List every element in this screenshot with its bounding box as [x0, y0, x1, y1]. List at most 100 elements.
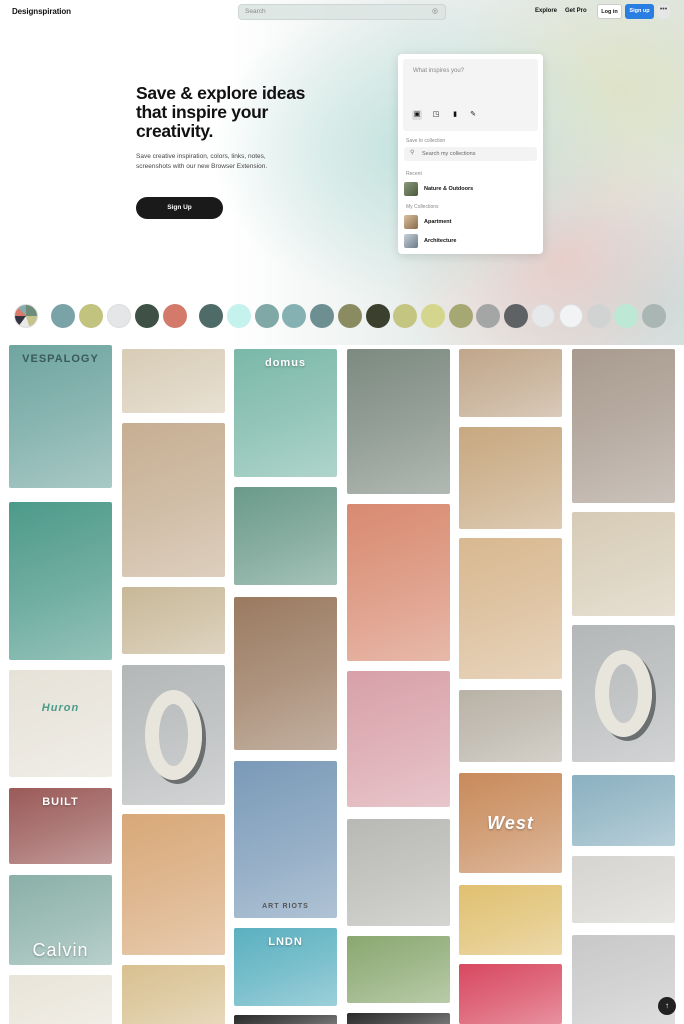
grid-image-white-interior[interactable]	[572, 856, 675, 923]
palette-icon[interactable]	[14, 304, 38, 328]
grid-image-fashion-model[interactable]	[347, 819, 450, 926]
grid-image-art-riots[interactable]: ART RIOTS	[234, 761, 337, 918]
grid-image-huron-tshirt[interactable]: Huron	[9, 670, 112, 777]
color-swatch[interactable]	[51, 304, 75, 328]
search-bar[interactable]: Search ◎	[238, 4, 446, 20]
collection-label: Nature & Outdoors	[424, 186, 474, 192]
collection-item-apartment[interactable]: Apartment	[404, 215, 539, 229]
search-icon: ⚲	[410, 150, 415, 156]
color-swatch[interactable]	[255, 304, 279, 328]
letter-o-shape	[144, 690, 203, 780]
grid-image-skull-art[interactable]	[122, 965, 225, 1024]
color-swatch[interactable]	[393, 304, 417, 328]
letter-o-shape	[594, 649, 653, 738]
collection-thumbnail	[404, 215, 418, 229]
inspiration-input[interactable]: What inspires you?	[403, 59, 538, 131]
grid-image-dark-poster[interactable]	[347, 1013, 450, 1024]
color-swatch[interactable]	[642, 304, 666, 328]
color-swatch[interactable]	[199, 304, 223, 328]
grid-image-text: Calvin	[32, 940, 89, 960]
collection-thumbnail	[404, 234, 418, 248]
color-swatch[interactable]	[107, 304, 131, 328]
grid-image-domus-magazine[interactable]: domus	[234, 349, 337, 477]
collection-label: Apartment	[424, 219, 452, 225]
search-input[interactable]: Search	[245, 8, 266, 15]
color-swatch[interactable]	[504, 304, 528, 328]
color-swatch[interactable]	[366, 304, 390, 328]
grid-image-letter-o-3d-2[interactable]	[572, 625, 675, 762]
grid-image-desk-top-view[interactable]	[122, 349, 225, 413]
color-swatch[interactable]	[310, 304, 334, 328]
extension-preview-panel: What inspires you? ▣ ◳ ▮ ✎ Save to colle…	[398, 54, 543, 254]
collection-search-input[interactable]: ⚲ Search my collections	[404, 147, 537, 161]
grid-image-built-poster[interactable]: BUILT	[9, 788, 112, 864]
image-tool-icon[interactable]: ▣	[412, 110, 422, 120]
top-bar: Designspiration Search ◎ Explore Get Pro…	[0, 0, 684, 24]
grid-image-european-street[interactable]	[234, 597, 337, 750]
pen-tool-icon[interactable]: ✎	[468, 110, 478, 120]
grid-image-man-flowers-illustration[interactable]	[234, 487, 337, 585]
grid-image-hexagon-tiles[interactable]	[572, 349, 675, 503]
grid-image-text: West	[487, 813, 534, 833]
grid-image-stationery-mockup[interactable]	[459, 690, 562, 762]
grid-image-business-cards[interactable]	[459, 885, 562, 955]
logo[interactable]: Designspiration	[12, 7, 71, 16]
nav-get-pro-link[interactable]: Get Pro	[565, 8, 587, 14]
color-swatch[interactable]	[79, 304, 103, 328]
color-swatch[interactable]	[282, 304, 306, 328]
color-swatch[interactable]	[587, 304, 611, 328]
save-to-label: Save to collection	[406, 138, 446, 144]
grid-image-text: ART RIOTS	[262, 903, 309, 910]
my-collections-label: My Collections	[406, 204, 439, 210]
grid-image-loft-interior[interactable]	[459, 349, 562, 417]
collection-label: Architecture	[424, 238, 457, 244]
grid-image-woven-textile[interactable]	[347, 504, 450, 661]
grid-image-mountain-poster[interactable]	[9, 502, 112, 660]
nav-explore-link[interactable]: Explore	[535, 8, 557, 14]
grid-image-bread-tree-illustration[interactable]	[459, 538, 562, 679]
color-swatch[interactable]	[449, 304, 473, 328]
grid-image-stormy-sea-print[interactable]	[347, 349, 450, 494]
grid-image-london-illustration[interactable]: LNDN	[234, 928, 337, 1006]
screenshot-tool-icon[interactable]: ◳	[431, 110, 441, 120]
color-swatch[interactable]	[559, 304, 583, 328]
grid-image-vespalogy-poster[interactable]: VESPALOGY	[9, 345, 112, 488]
grid-image-book-spines[interactable]	[459, 427, 562, 529]
color-swatch[interactable]	[614, 304, 638, 328]
grid-image-door-hanger[interactable]	[347, 936, 450, 1003]
grid-image-hand-lettering[interactable]	[9, 975, 112, 1024]
signup-button[interactable]: Sign up	[625, 4, 654, 19]
color-swatch-row: ›	[0, 301, 684, 331]
hero-title: Save & explore ideas that inspire your c…	[136, 83, 306, 141]
grid-image-triangle-poster[interactable]	[122, 814, 225, 955]
grid-image-letter-o-3d[interactable]	[122, 665, 225, 805]
grid-image-text: BUILT	[42, 796, 79, 808]
color-swatch[interactable]	[338, 304, 362, 328]
grid-image-watercolor-landscape[interactable]	[347, 671, 450, 807]
grid-image-tulips-vase[interactable]	[572, 512, 675, 616]
collection-item-nature[interactable]: Nature & Outdoors	[404, 182, 539, 196]
scroll-to-top-button[interactable]: ↑	[658, 997, 676, 1015]
color-swatch[interactable]	[135, 304, 159, 328]
grid-image-west-cats[interactable]: West	[459, 773, 562, 873]
grid-image-office-lamp[interactable]	[122, 423, 225, 577]
grid-image-text: Huron	[41, 702, 80, 715]
collection-item-architecture[interactable]: Architecture	[404, 234, 539, 248]
more-menu-button[interactable]: •••	[656, 4, 671, 19]
image-grid: VESPALOGY Huron BUILT Calvin domus ART RIOTS L…	[0, 345, 684, 1024]
grid-image-bedroom-interior[interactable]	[572, 775, 675, 846]
grid-image-calvin-tshirt[interactable]: Calvin	[9, 875, 112, 965]
color-swatch[interactable]	[227, 304, 251, 328]
hero-signup-button[interactable]: Sign Up	[136, 197, 223, 219]
camera-search-icon[interactable]: ◎	[432, 8, 440, 16]
color-swatch[interactable]	[421, 304, 445, 328]
bookmark-tool-icon[interactable]: ▮	[450, 110, 460, 120]
color-swatch[interactable]	[476, 304, 500, 328]
collection-search-placeholder: Search my collections	[422, 151, 476, 157]
grid-image-dark-poster[interactable]	[234, 1015, 337, 1024]
grid-image-pattern-cards[interactable]	[122, 587, 225, 654]
color-swatch[interactable]	[531, 304, 555, 328]
color-swatch[interactable]	[163, 304, 187, 328]
login-button[interactable]: Log in	[597, 4, 622, 19]
grid-image-colorful-notebook[interactable]	[459, 964, 562, 1024]
